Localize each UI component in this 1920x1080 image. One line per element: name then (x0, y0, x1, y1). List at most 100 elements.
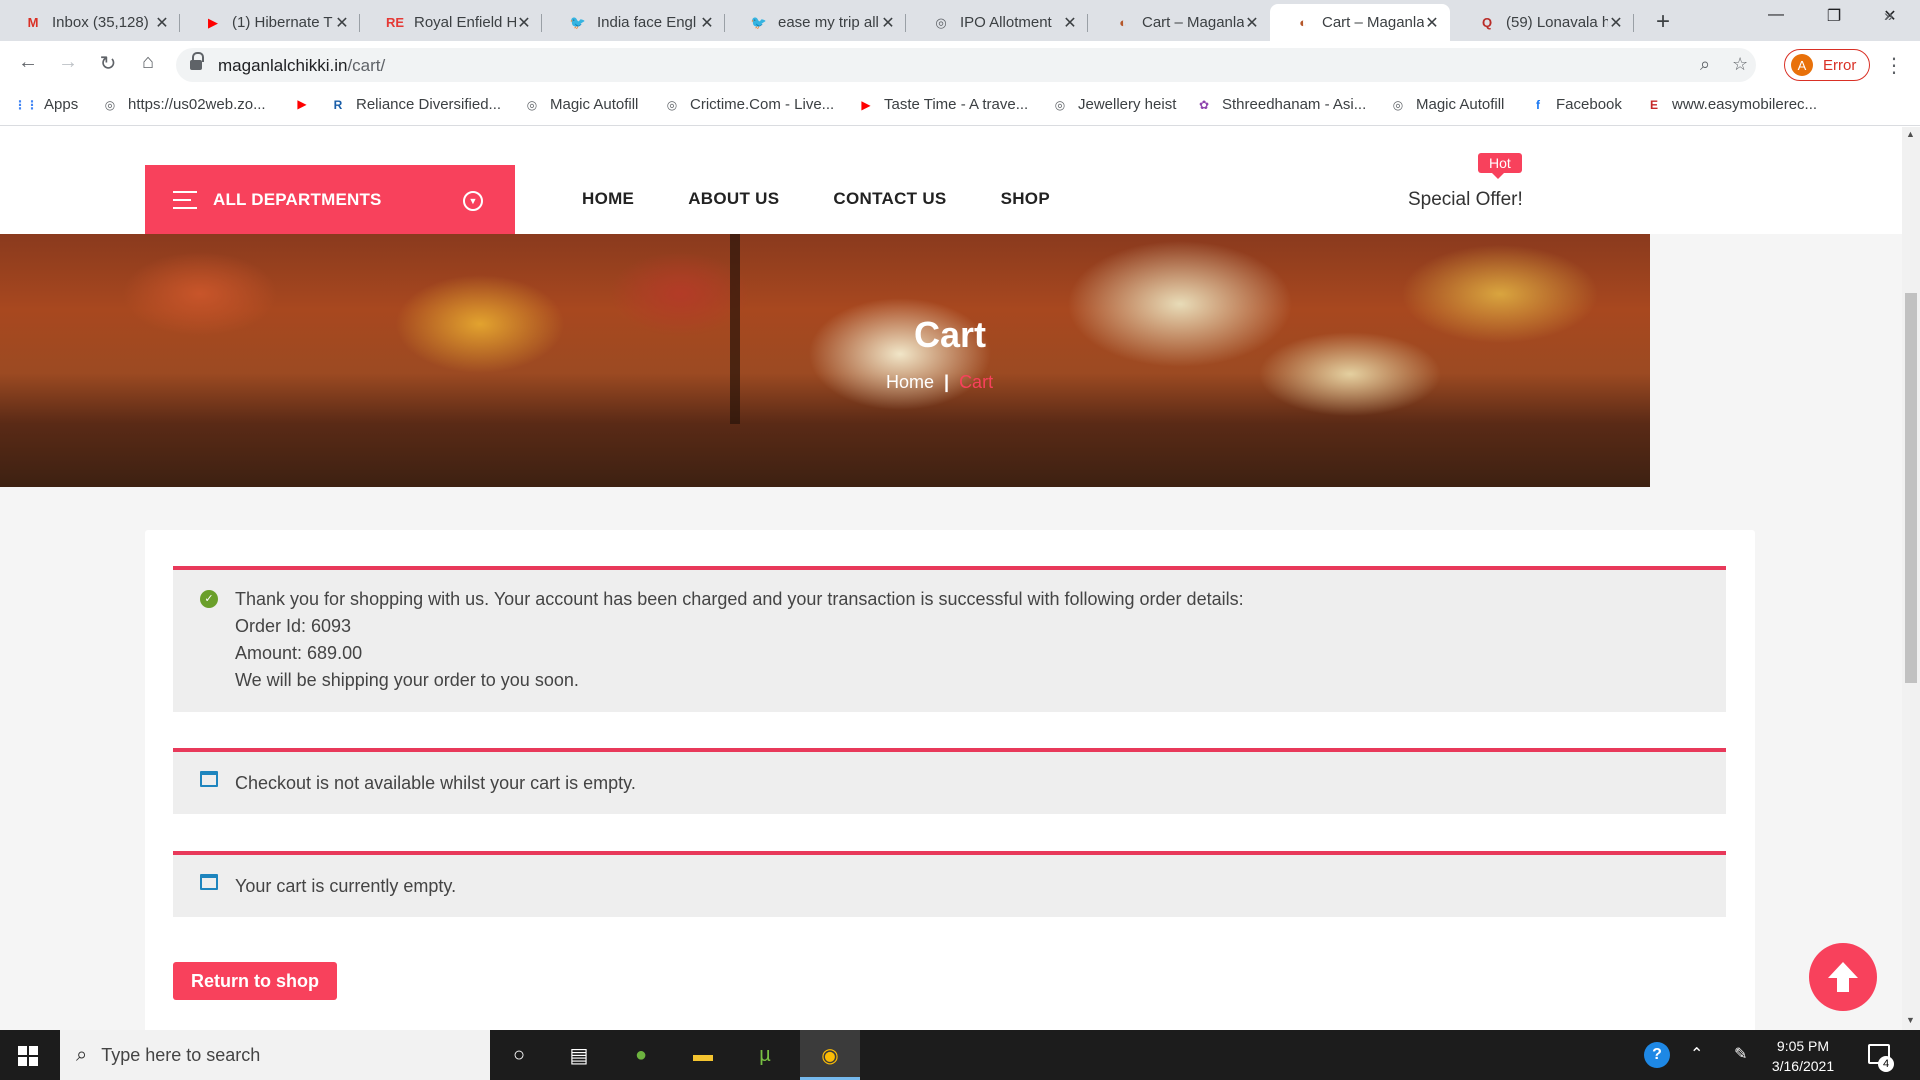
search-icon: ⌕ (76, 1043, 88, 1066)
bookmarks-overflow-icon[interactable]: » (1884, 6, 1893, 26)
profile-status: Error (1823, 56, 1857, 74)
bookmark-item[interactable]: Ewww.easymobilerec... (1646, 96, 1817, 113)
bookmark-label: Sthreedhanam - Asi... (1222, 96, 1367, 113)
clock-date: 3/16/2021 (1771, 1058, 1835, 1074)
tab-title: India face Engl (597, 14, 697, 31)
forward-icon[interactable]: → (54, 51, 82, 74)
task-view-icon[interactable]: ▤ (566, 1042, 592, 1068)
shipping-note: We will be shipping your order to you so… (235, 670, 579, 690)
tab-title: IPO Allotment (960, 14, 1052, 31)
browser-tab[interactable]: ◐ Cart – Maganla ✕ (1090, 4, 1270, 41)
tab-title: Cart – Maganla (1322, 14, 1424, 31)
close-tab-icon[interactable]: ✕ (154, 13, 170, 33)
maganlal-icon: ◐ (1299, 15, 1307, 30)
new-tab-button[interactable]: + (1656, 8, 1670, 36)
home-icon[interactable]: ⌂ (134, 51, 162, 74)
close-tab-icon[interactable]: ✕ (699, 13, 715, 33)
restore-icon[interactable]: ❐ (1814, 6, 1854, 26)
bookmark-star-icon[interactable]: ☆ (1732, 54, 1748, 75)
globe-icon: ◎ (526, 97, 538, 112)
chrome-icon[interactable]: ◉ (817, 1042, 843, 1068)
browser-menu-icon[interactable]: ⋮ (1884, 53, 1904, 78)
pen-icon[interactable]: ✎ (1734, 1044, 1747, 1064)
browser-tab[interactable]: Q (59) Lonavala h ✕ (1454, 4, 1634, 41)
nav-contact-us[interactable]: CONTACT US (833, 189, 946, 209)
address-bar[interactable]: maganlalchikki.in/cart/ ⌕ ☆ (176, 48, 1756, 82)
bookmark-item[interactable]: ⋮⋮ Apps (14, 96, 79, 113)
bookmark-item[interactable]: R Reliance Diversified... (330, 96, 501, 113)
bookmark-item[interactable]: ◎ Jewellery heist (1052, 96, 1177, 113)
help-icon[interactable]: ? (1644, 1042, 1670, 1068)
page-scrollbar[interactable]: ▲ ▼ (1902, 127, 1920, 1030)
file-explorer-icon[interactable]: ▬ (690, 1042, 716, 1068)
browser-tab[interactable]: ▶ (1) Hibernate T ✕ (180, 4, 360, 41)
globe-icon: ◎ (666, 97, 678, 112)
lock-icon[interactable] (190, 52, 204, 70)
windows-start-icon[interactable] (18, 1046, 38, 1066)
close-tab-icon[interactable]: ✕ (1244, 13, 1260, 33)
globe-icon: ◎ (104, 97, 116, 112)
twitter-icon: 🐦 (750, 14, 768, 30)
bookmark-label: https://us02web.zo... (128, 96, 266, 113)
site-header: ALL DEPARTMENTS ▼ HOME ABOUT US CONTACT … (0, 127, 1902, 234)
tab-title: Inbox (35,128) (52, 14, 149, 31)
sthreedhanam-icon: ✿ (1198, 97, 1210, 112)
browser-tab[interactable]: M Inbox (35,128) ✕ (0, 4, 180, 41)
nav-about-us[interactable]: ABOUT US (688, 189, 779, 209)
zoom-icon[interactable]: ⌕ (1700, 54, 1710, 75)
nav-home[interactable]: HOME (582, 189, 634, 209)
taskbar-clock[interactable]: 9:05 PM 3/16/2021 (1758, 1036, 1848, 1076)
youtube-icon: ▶ (297, 97, 307, 111)
close-tab-icon[interactable]: ✕ (1062, 13, 1078, 33)
success-notice: ✓ Thank you for shopping with us. Your a… (173, 566, 1726, 712)
close-tab-icon[interactable]: ✕ (880, 13, 896, 33)
browser-tab[interactable]: 🐦 ease my trip all ✕ (726, 4, 906, 41)
bookmark-item[interactable]: ◎ Magic Autofill (524, 96, 639, 113)
taskbar-search[interactable]: ⌕ Type here to search (60, 1030, 490, 1080)
bookmark-item[interactable]: ◎ https://us02web.zo... (102, 96, 266, 113)
close-tab-icon[interactable]: ✕ (1424, 13, 1440, 33)
browser-tab[interactable]: ◐ Cart – Maganla ✕ (1270, 4, 1450, 41)
scroll-down-icon[interactable]: ▼ (1906, 1015, 1915, 1025)
close-tab-icon[interactable]: ✕ (334, 13, 350, 33)
scroll-up-icon[interactable]: ▲ (1906, 129, 1915, 139)
browser-tab[interactable]: RE Royal Enfield H ✕ (362, 4, 542, 41)
utorrent-icon[interactable]: µ (752, 1042, 778, 1068)
globe-icon: ◎ (935, 14, 947, 30)
back-icon[interactable]: ← (14, 51, 42, 74)
breadcrumb-home[interactable]: Home (886, 372, 934, 392)
tab-title: Royal Enfield H (414, 14, 516, 31)
browser-tab[interactable]: ◎ IPO Allotment ✕ (908, 4, 1088, 41)
bookmark-item[interactable]: ▶ (294, 96, 320, 112)
url-path: /cart/ (347, 56, 386, 75)
bookmark-label: Apps (44, 96, 79, 113)
reload-icon[interactable]: ↻ (94, 51, 122, 76)
spring-tool-icon[interactable]: ● (628, 1042, 654, 1068)
bookmark-item[interactable]: ✿ Sthreedhanam - Asi... (1196, 96, 1366, 113)
nav-shop[interactable]: SHOP (1001, 189, 1050, 209)
profile-error-button[interactable]: A Error (1784, 49, 1870, 81)
bookmark-item[interactable]: ◎ Crictime.Com - Live... (664, 96, 834, 113)
scrollbar-thumb[interactable] (1905, 293, 1917, 683)
browser-tab-strip: M Inbox (35,128) ✕ ▶ (1) Hibernate T ✕ RE Royal… (0, 0, 1920, 41)
special-offer-link[interactable]: Special Offer! (1408, 189, 1523, 211)
taskbar-search-placeholder: Type here to search (101, 1044, 261, 1065)
browser-tab[interactable]: 🐦 India face Engl ✕ (545, 4, 725, 41)
breadcrumb-separator: | (944, 372, 950, 392)
close-tab-icon[interactable]: ✕ (1608, 13, 1624, 33)
cortana-icon[interactable]: ○ (506, 1042, 532, 1068)
scroll-to-top-button[interactable] (1809, 943, 1877, 1011)
royal-enfield-icon: RE (385, 15, 405, 30)
tray-chevron-up-icon[interactable]: ⌃ (1690, 1044, 1703, 1064)
browser-toolbar: ← → ↻ ⌂ maganlalchikki.in/cart/ ⌕ ☆ A Er… (0, 41, 1920, 89)
bookmark-item[interactable]: f Facebook (1530, 96, 1622, 113)
return-to-shop-button[interactable]: Return to shop (173, 962, 337, 1000)
url-text[interactable]: maganlalchikki.in/cart/ (218, 56, 385, 76)
bookmark-item[interactable]: ▶ Taste Time - A trave... (858, 96, 1028, 113)
avatar: A (1791, 54, 1813, 76)
minimize-icon[interactable]: — (1756, 6, 1796, 24)
hamburger-icon (173, 190, 197, 209)
bookmark-item[interactable]: ◎ Magic Autofill (1390, 96, 1505, 113)
all-departments-button[interactable]: ALL DEPARTMENTS ▼ (145, 165, 515, 234)
close-tab-icon[interactable]: ✕ (516, 13, 532, 33)
